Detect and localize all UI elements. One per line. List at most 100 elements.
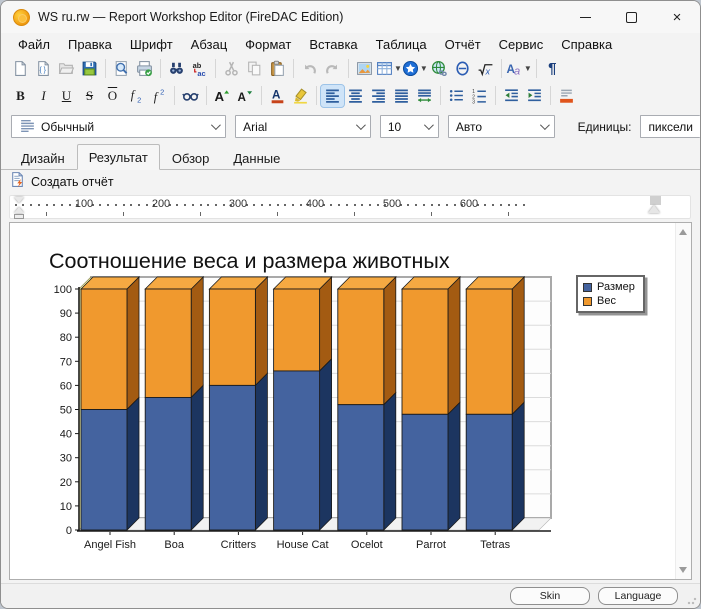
align-left-button[interactable] [321,85,344,107]
minimize-button[interactable] [562,1,608,33]
highlight-button[interactable] [289,85,312,107]
scroll-up-icon[interactable] [679,229,687,235]
font-combobox[interactable]: Arial [235,115,371,138]
ruler-tick [361,204,363,206]
right-margin-box[interactable] [650,196,661,205]
ruler-tick [261,204,263,206]
ruler-number: 400 [306,198,324,210]
fit-width-button[interactable] [413,85,436,107]
ruler-tick [115,204,117,206]
window-controls: × [562,1,700,33]
insert-table-button[interactable]: ▼ [376,58,402,80]
paste-button[interactable] [266,58,289,80]
print-button[interactable] [133,58,156,80]
justify-button[interactable] [390,85,413,107]
ruler-tick [15,204,17,206]
dropdown-arrow-icon[interactable]: ▼ [420,64,428,73]
svg-text:x: x [484,66,490,76]
maximize-button[interactable] [608,1,654,33]
replace-button[interactable]: abac [188,58,211,80]
bold-button[interactable]: B [9,85,32,107]
create-report-button[interactable]: Создать отчёт [31,175,114,189]
ruler-tick [523,204,525,206]
align-center-button[interactable] [344,85,367,107]
strikethrough-button[interactable]: S [78,85,101,107]
insert-image-button[interactable] [353,58,376,80]
print-preview-button[interactable] [110,58,133,80]
insert-formula-button[interactable]: x [474,58,497,80]
toolbar-separator [501,59,502,78]
paragraph-color-button[interactable] [555,85,578,107]
indent-button[interactable] [523,85,546,107]
font-scheme-button[interactable]: Aa▼ [506,58,532,80]
ruler-tick [38,204,40,206]
menu-item[interactable]: Формат [236,35,300,54]
font-size-combobox[interactable]: 10 [380,115,439,138]
document-page[interactable]: Соотношение веса и размера животных01020… [9,222,692,580]
left-margin-marker[interactable] [14,214,24,219]
tab-данные[interactable]: Данные [221,147,292,170]
dropdown-arrow-icon[interactable]: ▼ [394,64,402,73]
left-indent-marker[interactable] [14,207,24,213]
menu-item[interactable]: Файл [9,35,59,54]
insert-symbol-button[interactable] [451,58,474,80]
grow-font-button[interactable]: A [211,85,234,107]
menu-item[interactable]: Справка [552,35,621,54]
save-button[interactable] [78,58,101,80]
toolbar-separator [206,86,207,105]
subscript-button[interactable]: f2 [124,85,147,107]
font-color-combobox[interactable]: Авто [448,115,555,138]
menu-item[interactable]: Сервис [490,35,553,54]
resize-grip[interactable] [687,595,697,605]
font-color-button[interactable]: A [266,85,289,107]
right-indent-marker[interactable] [648,205,660,213]
menu-item[interactable]: Абзац [182,35,236,54]
menu-item[interactable]: Правка [59,35,121,54]
toolbar-separator [160,59,161,78]
close-button[interactable]: × [654,1,700,33]
ruler-tick [223,204,225,206]
insert-hyperlink-button[interactable] [428,58,451,80]
superscript-button[interactable]: f2 [147,85,170,107]
find-button[interactable] [165,58,188,80]
align-right-button[interactable] [367,85,390,107]
ruler-tick [500,204,502,206]
font-scheme-icon: Aa [506,60,523,77]
glasses-button[interactable] [179,85,202,107]
shrink-font-button[interactable]: A [234,85,257,107]
vertical-scrollbar[interactable] [675,223,691,579]
language-button[interactable]: Language [598,587,678,605]
insert-object-button[interactable]: ▼ [402,58,428,80]
dropdown-arrow-icon[interactable]: ▼ [524,64,532,73]
units-combobox[interactable]: пиксели [640,115,700,138]
first-line-indent-marker[interactable] [14,197,24,203]
show-formatting-button[interactable]: ¶ [541,58,564,80]
highlight-icon [292,87,309,104]
new-document-button[interactable] [9,58,32,80]
ruler-tick [200,204,202,206]
bullet-list-button[interactable] [445,85,468,107]
svg-text:3: 3 [472,100,475,104]
tab-результат[interactable]: Результат [77,144,160,170]
tab-обзор[interactable]: Обзор [160,147,222,170]
new-code-document-button[interactable]: { } [32,58,55,80]
menu-item[interactable]: Шрифт [121,35,182,54]
ruler-half-tick [354,212,355,216]
skin-button[interactable]: Skin [510,587,590,605]
horizontal-ruler[interactable]: 100200300400500600 [9,195,691,219]
underline-button[interactable]: U [55,85,78,107]
underline-icon: U [62,88,71,104]
app-window: WS ru.rw — Report Workshop Editor (FireD… [0,0,701,609]
svg-text:ac: ac [197,69,205,77]
style-combobox[interactable]: Обычный [11,115,226,138]
menu-item[interactable]: Отчёт [436,35,490,54]
numbered-list-button[interactable]: 123 [468,85,491,107]
overline-button[interactable]: O [101,85,124,107]
outdent-button[interactable] [500,85,523,107]
italic-button[interactable]: I [32,85,55,107]
tab-дизайн[interactable]: Дизайн [9,147,77,170]
menu-item[interactable]: Таблица [367,35,436,54]
report-command-bar: Создать отчёт [1,170,700,193]
menu-item[interactable]: Вставка [300,35,366,54]
scroll-down-icon[interactable] [679,567,687,573]
